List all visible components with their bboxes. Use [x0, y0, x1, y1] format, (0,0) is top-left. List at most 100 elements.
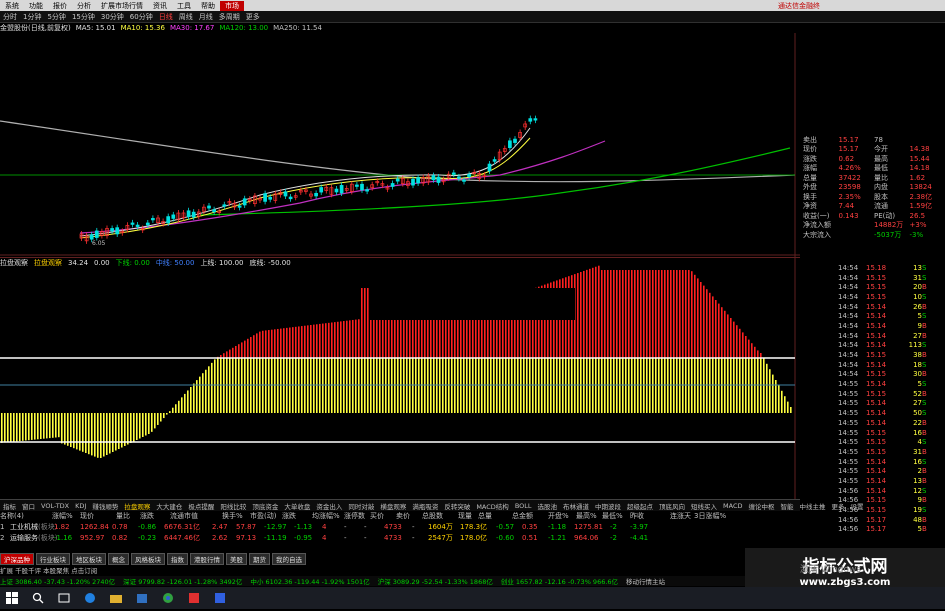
period-60min[interactable]: 60分钟: [127, 12, 156, 22]
index-sh[interactable]: 上证 3086.40 -37.43 -1.20% 2740亿: [0, 576, 115, 586]
indicator-tab[interactable]: 中线主推: [797, 501, 829, 511]
table-header-cell[interactable]: 昨收: [630, 511, 670, 521]
table-header-cell[interactable]: 涨幅%: [52, 511, 80, 521]
menu-item-ext-market[interactable]: 扩展市场行情: [96, 1, 148, 11]
indicator-tab[interactable]: MACD: [720, 502, 745, 510]
period-more[interactable]: 更多: [243, 12, 263, 22]
table-header-cell[interactable]: 买价: [370, 511, 396, 521]
table-header-cell[interactable]: 均涨幅%: [312, 511, 344, 521]
table-header-cell[interactable]: 开盘%: [548, 511, 576, 521]
chrome-icon[interactable]: [162, 592, 174, 604]
app-icon-red[interactable]: [188, 592, 200, 604]
windows-start-icon[interactable]: [6, 592, 18, 604]
index-sz[interactable]: 深证 9799.82 -126.01 -1.28% 3492亿: [123, 576, 242, 586]
folder-icon[interactable]: [110, 592, 122, 604]
indicator-tab[interactable]: MACD结构: [473, 501, 511, 511]
indicator-tab[interactable]: 同时对敲: [345, 501, 377, 511]
indicator-tab[interactable]: 阳线比较: [217, 501, 249, 511]
table-header-cell[interactable]: 卖价: [396, 511, 422, 521]
table-header-cell[interactable]: 总量: [478, 511, 512, 521]
indicator-tab[interactable]: KDJ: [72, 502, 89, 510]
table-header-cell[interactable]: 3日涨幅%: [694, 511, 728, 521]
indicator-tab[interactable]: 短线买入: [688, 501, 720, 511]
menu-item-quote[interactable]: 报价: [48, 1, 72, 11]
indicator-tab[interactable]: 布林通道: [560, 501, 592, 511]
news-ticker[interactable]: 扩展 千股千评 本股聚焦 点击订阅: [0, 565, 400, 575]
indicator-tab[interactable]: 窗口: [19, 501, 38, 511]
indicator-tab[interactable]: 横盘观察: [377, 501, 409, 511]
period-5min[interactable]: 5分钟: [44, 12, 68, 22]
indicator-tab[interactable]: 赚钱顺势: [89, 501, 121, 511]
promo-link[interactable]: 通达信金融终: [773, 1, 825, 11]
search-icon[interactable]: [32, 592, 44, 604]
period-weekly[interactable]: 周线: [176, 12, 196, 22]
table-header-cell[interactable]: 总股数: [422, 511, 458, 521]
menu-item-analysis[interactable]: 分析: [72, 1, 96, 11]
menu-item-tools[interactable]: 工具: [172, 1, 196, 11]
table-header-cell[interactable]: 流通市值: [170, 511, 222, 521]
table-header-cell[interactable]: 现价: [80, 511, 116, 521]
table-header-cell[interactable]: 换手%: [222, 511, 250, 521]
task-view-icon[interactable]: [58, 592, 70, 604]
menu-item-system[interactable]: 系统: [0, 1, 24, 11]
indicator-tab[interactable]: 缠论中枢: [746, 501, 778, 511]
indicator-tab[interactable]: 反转突破: [441, 501, 473, 511]
category-tab[interactable]: 指数: [167, 553, 188, 565]
table-header-cell[interactable]: 涨停数: [344, 511, 370, 521]
indicator-tab[interactable]: 满瓶吸资: [409, 501, 441, 511]
period-monthly[interactable]: 月线: [196, 12, 216, 22]
category-tab[interactable]: 美股: [226, 553, 247, 565]
menu-item-function[interactable]: 功能: [24, 1, 48, 11]
period-daily[interactable]: 日线: [156, 12, 176, 22]
indicator-tab[interactable]: BOLL: [512, 502, 535, 510]
table-header-cell[interactable]: 现量: [458, 511, 478, 521]
indicator-tab[interactable]: 大单收盘: [281, 501, 313, 511]
market-badge[interactable]: 市场: [220, 1, 244, 11]
period-tick[interactable]: 分时: [0, 12, 20, 22]
table-header-cell[interactable]: 涨跌: [140, 511, 170, 521]
category-tab[interactable]: 港股行情: [190, 553, 224, 565]
period-multi[interactable]: 多周期: [216, 12, 243, 22]
table-header-cell[interactable]: 名称(4): [0, 511, 52, 521]
indicator-tab[interactable]: 超级起点: [624, 501, 656, 511]
indicator-tab[interactable]: 极点提醒: [185, 501, 217, 511]
app-icon-blue[interactable]: [214, 592, 226, 604]
table-header-cell[interactable]: 最低%: [602, 511, 630, 521]
indicator-tab[interactable]: 资金出入: [313, 501, 345, 511]
indicator-tab[interactable]: 顶底资金: [249, 501, 281, 511]
index-hs[interactable]: 沪深 3089.29 -52.54 -1.33% 1868亿: [378, 576, 493, 586]
indicator-tab[interactable]: 设置: [848, 501, 867, 511]
indicator-tab[interactable]: 大大建仓: [153, 501, 185, 511]
server-status[interactable]: 移动行情主站: [626, 576, 665, 586]
table-header-cell[interactable]: 连涨天: [670, 511, 694, 521]
index-zx[interactable]: 中小 6102.36 -119.44 -1.92% 1501亿: [250, 576, 369, 586]
category-tab[interactable]: 沪深品种: [0, 553, 34, 565]
period-1min[interactable]: 1分钟: [20, 12, 44, 22]
indicator-tab[interactable]: 指标: [0, 501, 19, 511]
browser-icon[interactable]: [84, 592, 96, 604]
table-header-cell[interactable]: 最高%: [576, 511, 602, 521]
index-cy[interactable]: 创业 1657.82 -12.16 -0.73% 966.6亿: [501, 576, 618, 586]
indicator-tab[interactable]: 智能: [778, 501, 797, 511]
table-header-cell[interactable]: 总金额: [512, 511, 548, 521]
table-header-cell[interactable]: 量比: [116, 511, 140, 521]
period-15min[interactable]: 15分钟: [69, 12, 98, 22]
indicator-tab[interactable]: 更多: [829, 501, 848, 511]
menu-item-help[interactable]: 帮助: [196, 1, 220, 11]
period-30min[interactable]: 30分钟: [98, 12, 127, 22]
table-header-cell[interactable]: 市盈(动): [250, 511, 282, 521]
table-row[interactable]: 1工业机械(板块)1.821262.840.78-0.866676.31亿2.4…: [0, 521, 800, 532]
store-icon[interactable]: [136, 592, 148, 604]
table-header-cell[interactable]: 涨跌: [282, 511, 312, 521]
category-tab[interactable]: 概念: [108, 553, 129, 565]
indicator-tab[interactable]: VOL-TDX: [38, 502, 72, 510]
indicator-name[interactable]: 拉盘观察: [0, 258, 28, 268]
category-tab[interactable]: 期货: [249, 553, 270, 565]
indicator-tab[interactable]: 中期波段: [592, 501, 624, 511]
indicator-tab[interactable]: 选股池: [535, 501, 561, 511]
category-tab[interactable]: 地区板块: [72, 553, 106, 565]
table-row[interactable]: 2运输服务(板块)-1.16952.970.82-0.236447.46亿2.6…: [0, 532, 800, 543]
menu-item-news[interactable]: 资讯: [148, 1, 172, 11]
indicator-tab[interactable]: 拉盘观察: [121, 501, 153, 511]
category-tab[interactable]: 行业板块: [36, 553, 70, 565]
